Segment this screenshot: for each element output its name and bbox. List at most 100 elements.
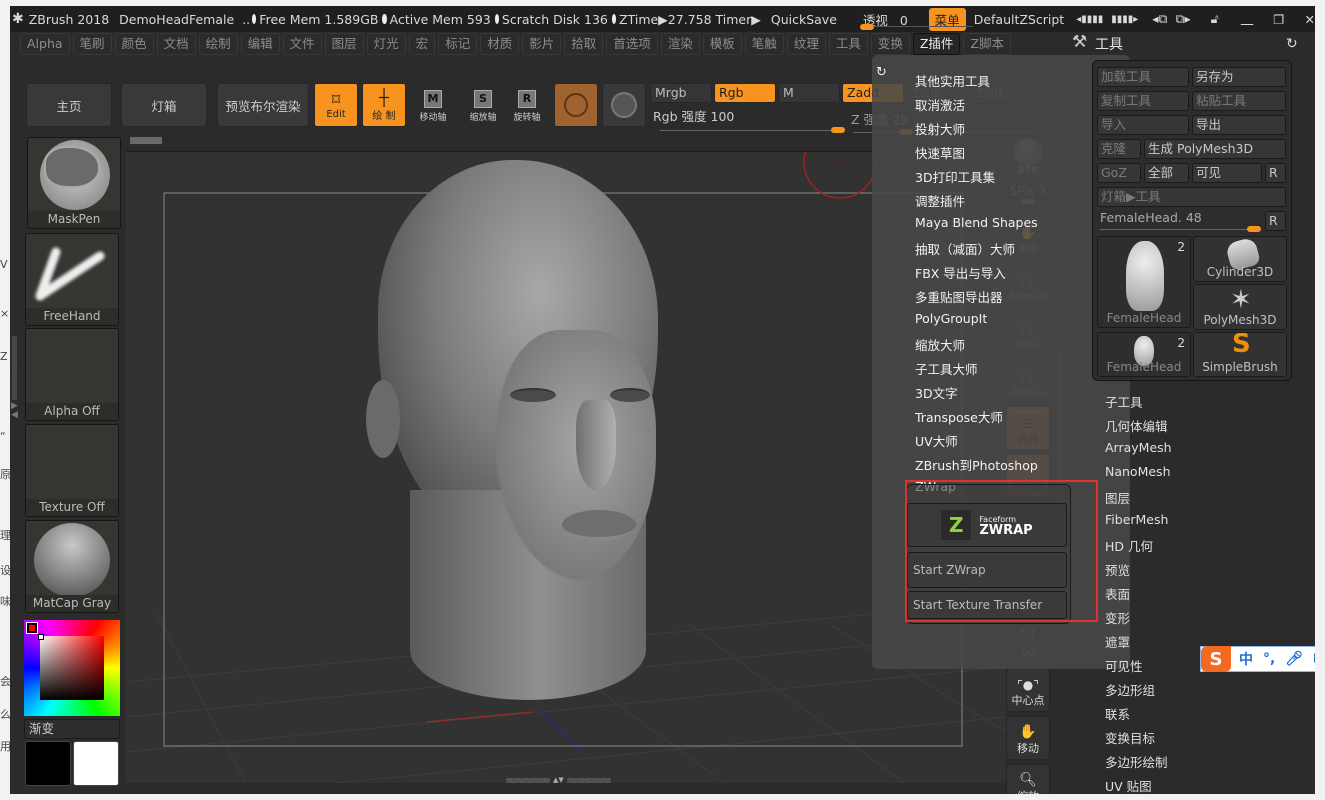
m-toggle[interactable]: M <box>778 83 840 103</box>
lightbox-tools-button[interactable]: 灯箱▶工具 <box>1097 187 1286 207</box>
primary-color-swatch[interactable] <box>25 741 71 786</box>
tool-panel-reset-icon[interactable]: ↻ <box>1286 36 1298 52</box>
bpr-preview-button[interactable]: 预览布尔渲染 <box>217 83 309 127</box>
zplugin-menu-item[interactable]: 投射大师 <box>915 119 965 138</box>
material-thumbnail[interactable]: MatCap Gray <box>25 520 119 613</box>
menu-item-0[interactable]: Alpha <box>20 33 70 55</box>
alpha-thumbnail[interactable]: Alpha Off <box>25 328 119 421</box>
microphone-icon[interactable]: 🎤︎ <box>1285 651 1303 667</box>
rgb-toggle[interactable]: Rgb <box>714 83 776 103</box>
menu-item-8[interactable]: 灯光 <box>366 33 406 55</box>
tool-subpalette-item[interactable]: 变换目标 <box>1105 728 1155 747</box>
gradient-toggle[interactable]: 渐变 <box>24 719 120 739</box>
keyboard-icon[interactable]: ⌨ <box>1313 651 1315 667</box>
tool-subpalette-item[interactable]: 变形 <box>1105 608 1130 627</box>
layout-next-icon[interactable]: ⧉▸ <box>1175 11 1190 27</box>
tool-thumbnail-femalehead[interactable]: 2 FemaleHead <box>1097 236 1191 328</box>
lock-icon[interactable]: 🔓︎ <box>1211 11 1219 27</box>
save-as-button[interactable]: 另存为 <box>1192 67 1286 87</box>
flat-shade-button[interactable] <box>602 83 646 127</box>
goz-all-button[interactable]: 全部 <box>1144 163 1189 183</box>
rgb-intensity-slider[interactable]: Rgb 强度 100 <box>653 106 734 125</box>
rgb-intensity-track[interactable] <box>660 130 845 131</box>
zplugin-menu-item[interactable]: 3D文字 <box>915 383 958 402</box>
bottom-tray-handle[interactable]: ▲▼ <box>506 777 626 783</box>
menu-item-10[interactable]: 标记 <box>438 33 478 55</box>
left-shelf-collapse-icon[interactable]: ▶ ◀ <box>11 402 18 420</box>
current-tool-track[interactable] <box>1100 229 1260 230</box>
menu-item-1[interactable]: 笔刷 <box>72 33 112 55</box>
menu-item-17[interactable]: 笔触 <box>744 33 784 55</box>
secondary-color-swatch[interactable] <box>73 741 119 786</box>
menu-button[interactable]: 菜单 <box>928 7 966 31</box>
goz-button[interactable]: GoZ <box>1097 163 1141 183</box>
tool-r-button[interactable]: R <box>1265 211 1286 231</box>
tool-subpalette-item[interactable]: 几何体编辑 <box>1105 416 1168 435</box>
menu-item-3[interactable]: 文档 <box>156 33 196 55</box>
layout-prev-icon[interactable]: ◂⧉ <box>1152 11 1167 27</box>
tool-subpalette-item[interactable]: 表面 <box>1105 584 1130 603</box>
menu-item-11[interactable]: 材质 <box>480 33 520 55</box>
tool-subpalette-item[interactable]: 预览 <box>1105 560 1130 579</box>
minimize-icon[interactable]: ⎽ <box>1241 11 1254 27</box>
current-tool-slider[interactable]: FemaleHead. 48 <box>1100 210 1202 225</box>
female-head-model[interactable] <box>348 160 690 708</box>
load-tool-button[interactable]: 加载工具 <box>1097 67 1189 87</box>
ime-toolbar[interactable]: S 中 °, 🎤︎ ⌨ <box>1200 646 1315 672</box>
export-button[interactable]: 导出 <box>1192 115 1286 135</box>
paste-tool-button[interactable]: 粘贴工具 <box>1192 91 1286 111</box>
menu-item-16[interactable]: 模板 <box>702 33 742 55</box>
scale-button[interactable]: S 缩放轴 <box>463 90 503 126</box>
ime-mode[interactable]: 中 <box>1239 649 1253 669</box>
menu-item-19[interactable]: 工具 <box>828 33 868 55</box>
tool-subpalette-item[interactable]: 图层 <box>1105 488 1130 507</box>
current-tool-knob[interactable] <box>1246 226 1261 232</box>
rotate-button[interactable]: R 旋转轴 <box>507 90 547 126</box>
move-view-button[interactable]: ✋ 移动 <box>1006 716 1050 760</box>
move-button[interactable]: M 移动轴 <box>413 90 453 126</box>
zplugin-menu-item[interactable]: 子工具大师 <box>915 359 978 378</box>
zplugin-menu-item[interactable]: 多重贴图导出器 <box>915 287 1003 306</box>
goz-visible-button[interactable]: 可见 <box>1192 163 1262 183</box>
menu-item-18[interactable]: 纹理 <box>786 33 826 55</box>
tool-thumbnail-cylinder3d[interactable]: Cylinder3D <box>1193 236 1287 282</box>
zplugin-menu-item[interactable]: Transpose大师 <box>915 407 1003 426</box>
menu-item-15[interactable]: 渲染 <box>660 33 700 55</box>
menu-item-4[interactable]: 绘制 <box>198 33 238 55</box>
make-polymesh-button[interactable]: 生成 PolyMesh3D <box>1144 139 1286 159</box>
zplugin-menu-item[interactable]: PolyGroupIt <box>915 311 987 326</box>
zplugin-menu-item[interactable]: UV大师 <box>915 431 958 450</box>
menu-item-5[interactable]: 编辑 <box>240 33 280 55</box>
saturation-value-square[interactable] <box>40 636 104 700</box>
scroll-left-icon[interactable]: ◂▮▮▮▮ <box>1076 14 1103 25</box>
lightbox-button[interactable]: 灯箱 <box>121 83 207 127</box>
brush-thumbnail[interactable]: MaskPen <box>27 137 121 229</box>
tool-thumbnail-femalehead-2[interactable]: 2 FemaleHead <box>1097 332 1191 377</box>
tool-subpalette-item[interactable]: 可见性 <box>1105 656 1143 675</box>
draw-button[interactable]: ┼ 绘 制 <box>362 83 406 127</box>
rgb-intensity-knob[interactable] <box>831 127 845 133</box>
mrgb-toggle[interactable]: Mrgb <box>650 83 712 103</box>
tool-subpalette-item[interactable]: 子工具 <box>1105 392 1143 411</box>
zplugin-menu-item[interactable]: 缩放大师 <box>915 335 965 354</box>
sv-cursor[interactable] <box>38 634 44 640</box>
copy-tool-button[interactable]: 复制工具 <box>1097 91 1189 111</box>
tool-subpalette-item[interactable]: 多边形组 <box>1105 680 1155 699</box>
zplugin-menu-item[interactable]: 抽取（减面）大师 <box>915 239 1015 258</box>
tool-subpalette-item[interactable]: 遮罩 <box>1105 632 1130 651</box>
ime-punctuation[interactable]: °, <box>1263 651 1275 667</box>
center-point-button[interactable]: ⌜●⌝ 中心点 <box>1006 668 1050 712</box>
menu-item-21[interactable]: Z插件 <box>912 33 961 55</box>
goz-r-button[interactable]: R <box>1265 163 1286 183</box>
home-button[interactable]: 主页 <box>26 83 112 127</box>
menu-item-13[interactable]: 拾取 <box>564 33 604 55</box>
left-shelf-scrollbar[interactable] <box>12 336 17 400</box>
menu-item-2[interactable]: 颜色 <box>114 33 154 55</box>
zoom-view-button[interactable]: 🔍︎ 缩放 <box>1006 764 1050 794</box>
tool-subpalette-item[interactable]: 联系 <box>1105 704 1130 723</box>
zplugin-reset-icon[interactable]: ↻ <box>876 65 887 80</box>
import-button[interactable]: 导入 <box>1097 115 1189 135</box>
menu-item-12[interactable]: 影片 <box>522 33 562 55</box>
default-zscript-button[interactable]: DefaultZScript <box>974 12 1065 27</box>
quicksave-button[interactable]: QuickSave <box>771 12 837 27</box>
